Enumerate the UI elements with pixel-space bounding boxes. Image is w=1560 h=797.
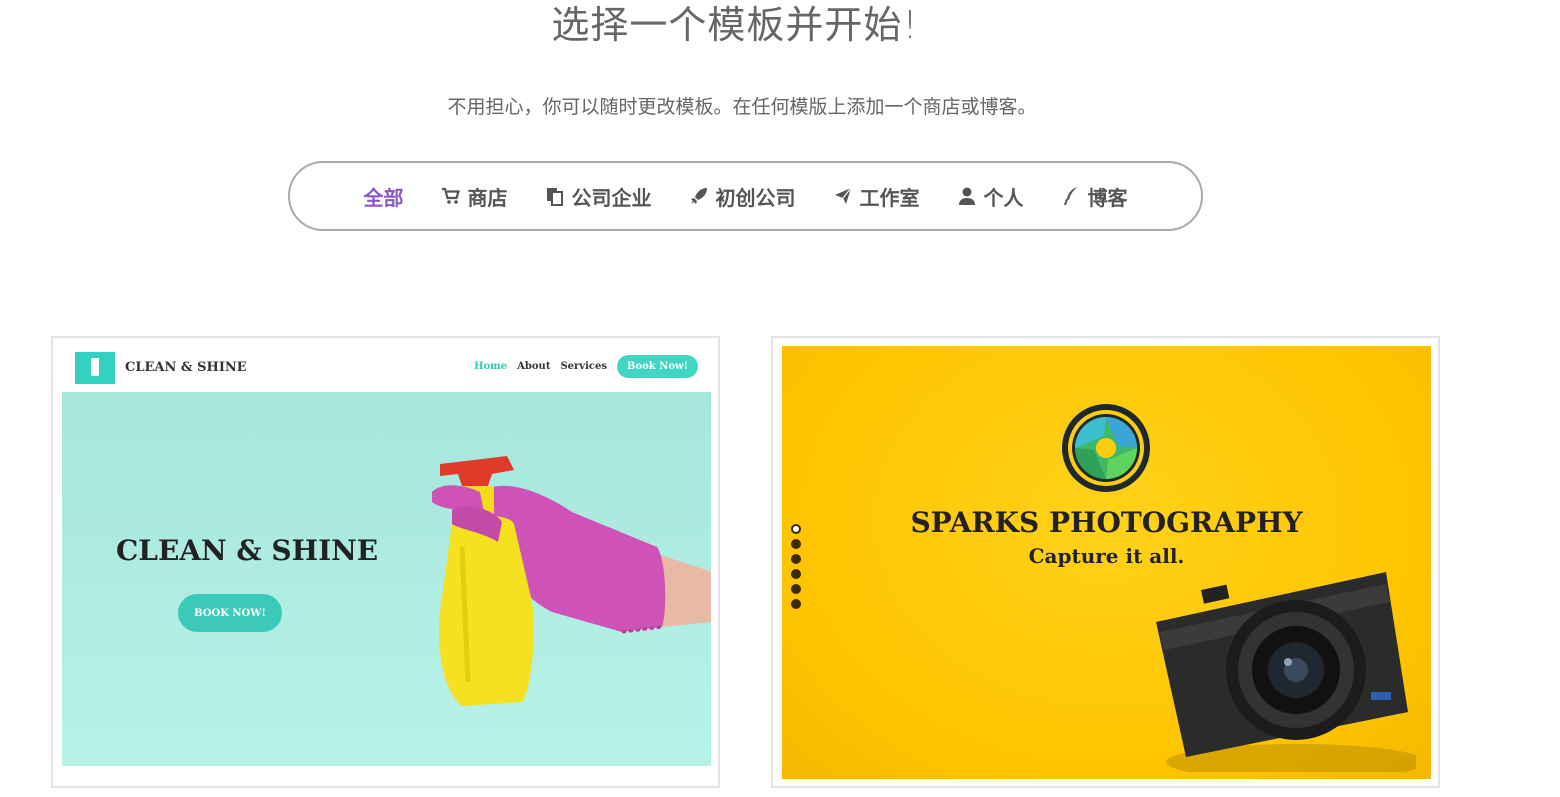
clean-shine-logo xyxy=(75,352,115,384)
filter-label: 初创公司 xyxy=(715,185,796,210)
cart-icon xyxy=(440,185,462,207)
quill-icon xyxy=(1060,185,1082,207)
template-card-sparks-photography[interactable]: SPARKS PHOTOGRAPHY Capture it all. xyxy=(771,336,1440,788)
page-subtitle: 不用担心，你可以随时更改模板。在任何模版上添加一个商店或博客。 xyxy=(447,96,1037,118)
filter-startup[interactable]: 初创公司 xyxy=(688,182,796,211)
category-filter-bar: 全部 商店 公司企业 初创公司 工作室 个人 博客 xyxy=(288,161,1203,231)
filter-blog[interactable]: 博客 xyxy=(1060,182,1128,211)
slider-dot xyxy=(791,554,801,564)
filter-label: 博客 xyxy=(1087,185,1128,210)
filter-label: 个人 xyxy=(983,185,1024,210)
hero-title: SPARKS PHOTOGRAPHY xyxy=(910,506,1303,539)
filter-label: 全部 xyxy=(363,185,404,210)
slider-dot xyxy=(791,584,801,594)
rocket-icon xyxy=(688,185,710,207)
slider-dot xyxy=(791,524,801,534)
user-icon xyxy=(956,185,978,207)
filter-personal[interactable]: 个人 xyxy=(956,182,1024,211)
camera-image xyxy=(1156,572,1416,772)
nav-book-now: Book Now! xyxy=(616,355,698,378)
filter-label: 工作室 xyxy=(859,185,920,210)
template-preview-header: CLEAN & SHINE Home About Services Book N… xyxy=(73,350,698,388)
slider-dot xyxy=(791,599,801,609)
documents-icon xyxy=(544,185,566,207)
template-card-clean-shine[interactable]: CLEAN & SHINE Home About Services Book N… xyxy=(51,336,720,788)
template-preview-hero: SPARKS PHOTOGRAPHY Capture it all. xyxy=(782,346,1431,779)
slider-dots xyxy=(791,524,801,609)
template-brand: CLEAN & SHINE xyxy=(125,360,247,375)
spray-bottle-glove-image xyxy=(432,456,711,706)
filter-shop[interactable]: 商店 xyxy=(440,182,508,211)
hero-title: CLEAN & SHINE xyxy=(116,534,379,567)
page-title: 选择一个模板并开始! xyxy=(551,3,919,47)
filter-studio[interactable]: 工作室 xyxy=(832,182,920,211)
nav-about: About xyxy=(517,361,551,372)
filter-label: 公司企业 xyxy=(571,185,652,210)
template-preview-hero: CLEAN & SHINE BOOK NOW! xyxy=(62,392,711,766)
aperture-logo-icon xyxy=(1062,404,1150,492)
filter-label: 商店 xyxy=(467,185,508,210)
filter-business[interactable]: 公司企业 xyxy=(544,182,652,211)
card-pointer xyxy=(376,766,400,778)
nav-home: Home xyxy=(474,361,508,372)
filter-all[interactable]: 全部 xyxy=(364,182,404,211)
slider-dot xyxy=(791,539,801,549)
hero-book-button: BOOK NOW! xyxy=(178,594,282,632)
nav-services: Services xyxy=(560,361,607,372)
template-preview-nav: Home About Services Book Now! xyxy=(474,355,698,378)
slider-dot xyxy=(791,569,801,579)
paper-plane-icon xyxy=(832,185,854,207)
